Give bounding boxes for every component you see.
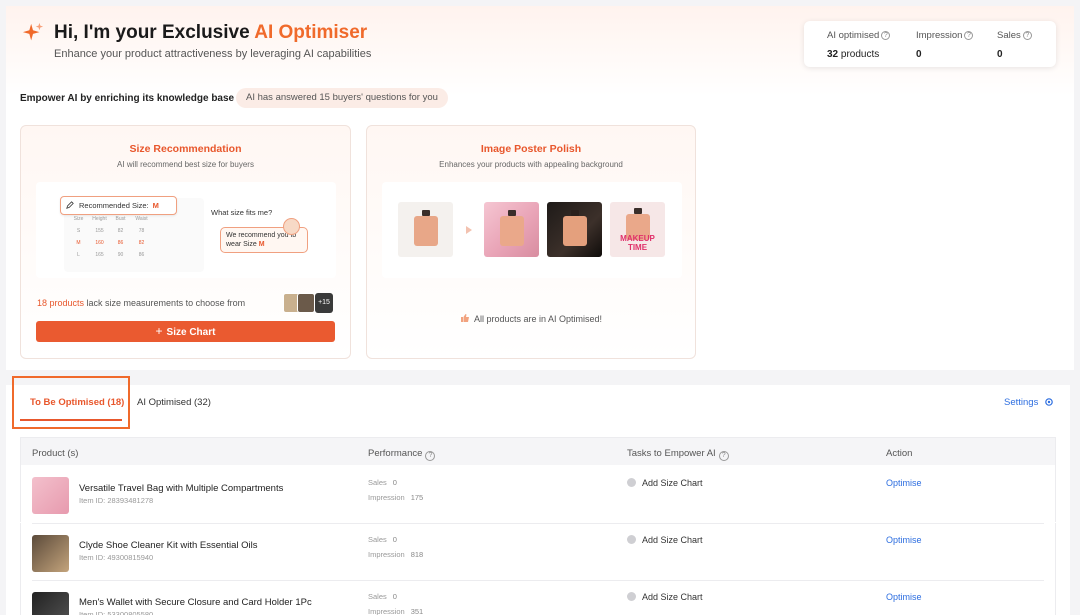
optimise-button[interactable]: Optimise: [886, 592, 922, 602]
task-item: Add Size Chart: [627, 478, 703, 488]
product-thumbnail[interactable]: [32, 535, 69, 572]
empower-title: Empower AI by enriching its knowledge ba…: [20, 93, 235, 104]
optimise-button[interactable]: Optimise: [886, 478, 922, 488]
column-tasks: Tasks to Empower AI?: [627, 448, 729, 461]
question-circle-icon[interactable]: ?: [425, 451, 436, 461]
product-thumbnail[interactable]: [32, 477, 69, 514]
more-count-badge: +15: [315, 293, 333, 313]
lack-count[interactable]: 18 products: [37, 298, 84, 308]
question-circle-icon[interactable]: ?: [718, 451, 729, 461]
recommended-size-pill: Recommended Size: M: [60, 196, 177, 215]
sparkle-icon: [22, 22, 44, 41]
product-thumb-stack[interactable]: +15: [283, 293, 333, 313]
column-product: Product (s): [32, 448, 79, 459]
stat-ai-optimised: AI optimised? 32 products: [827, 30, 891, 60]
column-action: Action: [886, 448, 913, 459]
card-description: Enhances your products with appealing ba…: [439, 160, 623, 169]
question-circle-icon[interactable]: ?: [964, 31, 974, 40]
stats-panel: AI optimised? 32 products Impression? 0 …: [804, 21, 1056, 67]
question-circle-icon[interactable]: ?: [881, 31, 891, 40]
page-subtitle: Enhance your product attractiveness by l…: [54, 48, 372, 60]
table-header: Product (s) Performance? Tasks to Empowe…: [20, 437, 1056, 465]
makeup-time-overlay: MAKEUP TIME: [620, 234, 655, 252]
polished-image-makeup: MAKEUP TIME: [610, 202, 665, 257]
thumbs-up-icon: [460, 314, 469, 322]
mini-table-header: Size Height Bust Waist: [73, 216, 148, 222]
product-name[interactable]: Men's Wallet with Secure Closure and Car…: [79, 597, 312, 608]
status-dot-icon: [627, 535, 636, 544]
product-name[interactable]: Clyde Shoe Cleaner Kit with Essential Oi…: [79, 540, 257, 551]
gear-icon: [1045, 398, 1054, 406]
task-item: Add Size Chart: [627, 592, 703, 602]
all-optimised-status: All products are in AI Optimised!: [366, 313, 696, 324]
question-circle-icon[interactable]: ?: [1022, 31, 1032, 40]
impression-value: Impression 351: [368, 607, 424, 615]
product-id: Item ID: 53300805580: [79, 610, 154, 615]
plus-icon: +: [155, 324, 163, 338]
size-chart-button[interactable]: + Size Chart: [36, 321, 335, 342]
product-id: Item ID: 28393481278: [79, 496, 154, 505]
settings-link[interactable]: Settings: [1004, 397, 1054, 408]
sales-value: Sales 0: [368, 478, 397, 487]
product-thumbnail[interactable]: [32, 592, 69, 615]
answered-badge: AI has answered 15 buyers' questions for…: [236, 88, 448, 108]
impression-value: Impression 175: [368, 493, 424, 502]
product-thumb: [297, 293, 315, 313]
mini-table-row: M 160 86 82: [76, 240, 145, 246]
lack-measurements-text: 18 products lack size measurements to ch…: [37, 298, 246, 308]
stat-sales: Sales? 0: [997, 30, 1032, 60]
product-name[interactable]: Versatile Travel Bag with Multiple Compa…: [79, 483, 283, 494]
mini-table-row: L 165 90 86: [77, 252, 145, 258]
card-title: Size Recommendation: [129, 143, 242, 155]
sales-value: Sales 0: [368, 535, 397, 544]
polished-image-dark: [547, 202, 602, 257]
status-dot-icon: [627, 592, 636, 601]
mini-table-row: S 155 82 78: [76, 228, 145, 234]
product-id: Item ID: 49300815940: [79, 553, 154, 562]
assistant-avatar-icon: [283, 218, 300, 235]
sales-value: Sales 0: [368, 592, 397, 601]
card-description: AI will recommend best size for buyers: [117, 160, 254, 169]
card-title: Image Poster Polish: [480, 143, 582, 155]
polished-image-floral: [484, 202, 539, 257]
chat-question: What size fits me?: [211, 208, 273, 217]
table-row: Clyde Shoe Cleaner Kit with Essential Oi…: [20, 523, 1056, 580]
table-row: Men's Wallet with Secure Closure and Car…: [20, 580, 1056, 615]
tab-highlight-box: [12, 376, 130, 429]
status-dot-icon: [627, 478, 636, 487]
stat-impression: Impression? 0: [916, 30, 974, 60]
tab-ai-optimised[interactable]: AI Optimised (32): [137, 397, 211, 408]
pencil-icon: [66, 201, 74, 209]
optimise-button[interactable]: Optimise: [886, 535, 922, 545]
column-performance: Performance?: [368, 448, 436, 461]
arrow-right-icon: [466, 226, 472, 234]
task-item: Add Size Chart: [627, 535, 703, 545]
table-row: Versatile Travel Bag with Multiple Compa…: [20, 465, 1056, 522]
original-product-image: [398, 202, 453, 257]
title-accent: AI Optimiser: [254, 22, 368, 43]
impression-value: Impression 818: [368, 550, 424, 559]
page-title: Hi, I'm your Exclusive AI Optimiser: [54, 22, 368, 43]
